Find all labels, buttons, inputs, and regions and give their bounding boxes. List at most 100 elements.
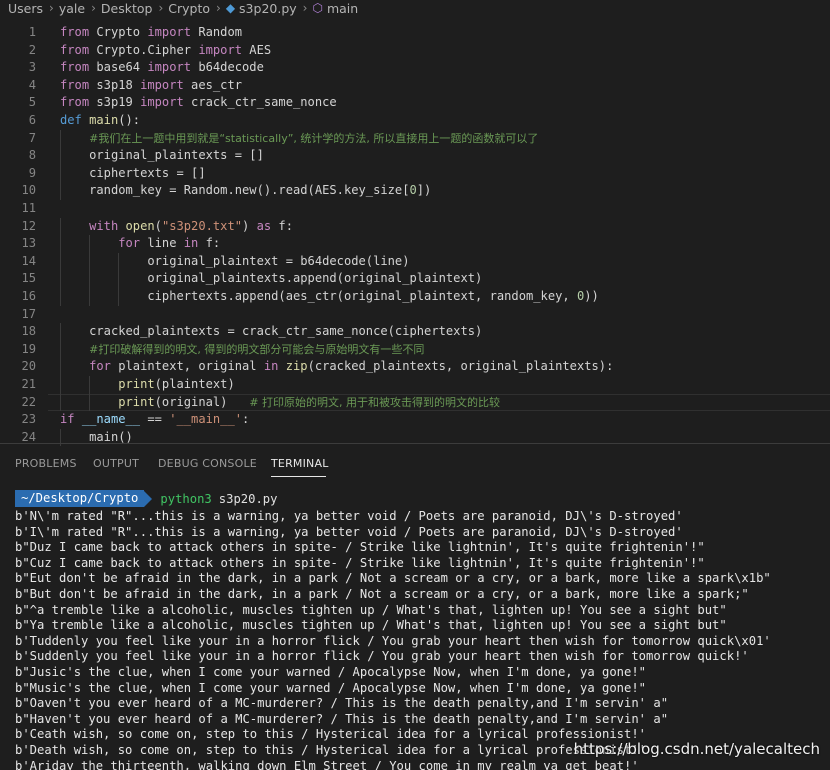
terminal-output-line: b"Haven't you ever heard of a MC-murdere… — [15, 711, 669, 726]
code-line[interactable]: 2 from Crypto.Cipher import AES — [0, 42, 830, 60]
tab-problems[interactable]: PROBLEMS — [15, 457, 77, 470]
code-text: original_plaintexts = [] — [60, 148, 264, 163]
code-text: original_plaintexts.append(original_plai… — [60, 271, 483, 286]
code-text: from base64 import b64decode — [60, 60, 264, 75]
code-line[interactable]: 6 def main(): — [0, 112, 830, 130]
breadcrumb: Users › yale › Desktop › Crypto › ◆ s3p2… — [0, 0, 830, 16]
code-line[interactable]: 5 from s3p19 import crack_ctr_same_nonce — [0, 94, 830, 112]
breadcrumb-item-crypto[interactable]: Crypto — [168, 1, 210, 16]
code-line[interactable]: 11 — [0, 200, 830, 218]
prompt-command: python3 — [160, 491, 212, 506]
code-text: if __name__ == '__main__': — [60, 412, 250, 427]
terminal-output-line: b"But don't be afraid in the dark, in a … — [15, 587, 749, 601]
prompt-arrow-icon — [144, 490, 153, 507]
terminal-output-line: b'N\'m rated "R"...this is a warning, ya… — [15, 509, 683, 523]
breadcrumb-item-desktop[interactable]: Desktop — [101, 1, 153, 16]
tab-debug-console[interactable]: DEBUG CONSOLE — [158, 457, 257, 470]
line-number: 21 — [21, 377, 36, 391]
terminal-output-line: b'Suddenly you feel like your in a horro… — [15, 649, 749, 664]
line-number: 10 — [21, 183, 36, 198]
breadcrumb-item-file[interactable]: s3p20.py — [239, 1, 297, 16]
code-text: for line in f: — [118, 236, 221, 251]
terminal-output-line: b'Ceath wish, so come on, step to this /… — [15, 727, 647, 742]
terminal-output-line: b"Jusic's the clue, when I come your war… — [15, 665, 647, 679]
terminal-prompt: ~/Desktop/Crypto python3 s3p20.py — [15, 490, 277, 507]
line-number: 8 — [28, 148, 36, 163]
code-line[interactable]: 17 — [0, 306, 830, 324]
code-line[interactable]: 1 from Crypto import Random — [0, 24, 830, 42]
code-text: print(original) # 打印原始的明文, 用于和被攻击得到的明文的比… — [118, 394, 501, 409]
line-number: 12 — [21, 218, 36, 233]
code-line[interactable]: 4 from s3p18 import aes_ctr — [0, 77, 830, 95]
line-number: 3 — [28, 60, 36, 75]
terminal-output-line: b"Music's the clue, when I come your war… — [15, 680, 647, 695]
panel-tab-bar: PROBLEMS OUTPUT DEBUG CONSOLE TERMINAL — [0, 452, 830, 478]
line-number: 20 — [21, 359, 36, 374]
terminal-output-line: b'Tuddenly you feel like your in a horro… — [15, 633, 771, 648]
terminal-output-line: b'I\'m rated "R"...this is a warning, ya… — [15, 524, 683, 539]
code-line[interactable]: 7 #我们在上一题中用到就是“statistically”, 统计学的方法, 所… — [0, 129, 830, 148]
chevron-right-icon: › — [158, 1, 164, 15]
terminal-panel[interactable]: ~/Desktop/Crypto python3 s3p20.py b'N\'m… — [0, 490, 830, 770]
line-number: 16 — [21, 289, 36, 303]
code-line[interactable]: 13 for line in f: — [0, 235, 830, 253]
tab-output[interactable]: OUTPUT — [93, 457, 139, 470]
code-text: from Crypto import Random — [60, 25, 243, 39]
line-number: 13 — [21, 236, 36, 251]
code-editor[interactable]: 1 from Crypto import Random 2 from Crypto.C… — [0, 16, 830, 447]
code-text: original_plaintext = b64decode(line) — [60, 253, 410, 268]
line-number: 19 — [21, 341, 36, 356]
line-number: 2 — [28, 42, 36, 57]
code-text: for plaintext, original in zip(cracked_p… — [89, 359, 614, 374]
code-line[interactable]: 19 #打印破解得到的明文, 得到的明文部分可能会与原始明文有一些不同 — [0, 340, 830, 359]
breadcrumb-item-symbol[interactable]: main — [327, 1, 358, 16]
watermark: https://blog.csdn.net/yalecaltech — [573, 740, 820, 758]
python-file-icon: ◆ — [225, 1, 236, 15]
terminal-output-line: b'Death wish, so come on, step to this /… — [15, 743, 647, 757]
breadcrumb-item-yale[interactable]: yale — [59, 1, 85, 16]
code-text: ciphertexts.append(aes_ctr(original_plai… — [60, 289, 599, 303]
chevron-right-icon: › — [49, 1, 54, 15]
prompt-cwd: ~/Desktop/Crypto — [15, 490, 145, 507]
code-line[interactable]: 16 ciphertexts.append(aes_ctr(original_p… — [0, 288, 830, 306]
terminal-output-line: b'Ariday the thirteenth, walking down El… — [15, 758, 639, 770]
line-number: 9 — [28, 165, 36, 180]
line-number: 6 — [28, 113, 36, 127]
code-text: def main(): — [60, 113, 141, 127]
code-line[interactable]: 18 cracked_plaintexts = crack_ctr_same_n… — [0, 323, 830, 341]
code-text: cracked_plaintexts = crack_ctr_same_nonc… — [60, 324, 483, 339]
code-line[interactable]: 8 original_plaintexts = [] — [0, 147, 830, 165]
code-line[interactable]: 10 random_key = Random.new().read(AES.ke… — [0, 182, 830, 200]
code-text: from s3p18 import aes_ctr — [60, 77, 243, 92]
code-line[interactable]: 9 ciphertexts = [] — [0, 164, 830, 183]
active-tab-indicator — [271, 476, 326, 477]
code-line[interactable]: 23 if __name__ == '__main__': — [0, 411, 830, 429]
terminal-output-line: b"^a tremble like a alcoholic, muscles t… — [15, 602, 727, 617]
code-line[interactable]: 15 original_plaintexts.append(original_p… — [0, 270, 830, 288]
code-line[interactable]: 14 original_plaintext = b64decode(line) — [0, 252, 830, 271]
line-number: 14 — [21, 253, 36, 268]
code-line[interactable]: 3 from base64 import b64decode — [0, 59, 830, 77]
line-number: 4 — [28, 77, 36, 92]
tab-terminal[interactable]: TERMINAL — [271, 457, 329, 470]
line-number: 11 — [21, 201, 36, 215]
chevron-right-icon: › — [216, 1, 221, 15]
line-number: 7 — [28, 130, 36, 145]
code-text: print(plaintext) — [118, 377, 235, 391]
terminal-output-line: b"Duz I came back to attack others in sp… — [15, 540, 705, 555]
code-line[interactable]: 22 print(original) # 打印原始的明文, 用于和被攻击得到的明… — [0, 393, 830, 412]
line-number: 17 — [21, 306, 36, 321]
line-number: 22 — [21, 394, 36, 409]
code-text: with open("s3p20.txt") as f: — [89, 218, 293, 233]
chevron-right-icon: › — [302, 1, 308, 15]
line-number: 15 — [21, 271, 36, 286]
panel-divider — [0, 443, 830, 444]
code-text: ciphertexts = [] — [60, 165, 206, 180]
code-line[interactable]: 12 with open("s3p20.txt") as f: — [0, 217, 830, 236]
chevron-right-icon: › — [91, 1, 96, 15]
code-text: #打印破解得到的明文, 得到的明文部分可能会与原始明文有一些不同 — [89, 342, 425, 356]
code-line[interactable]: 20 for plaintext, original in zip(cracke… — [0, 358, 830, 376]
breadcrumb-item-users[interactable]: Users — [0, 1, 43, 16]
code-line[interactable]: 21 print(plaintext) — [0, 376, 830, 394]
line-number: 5 — [28, 95, 36, 110]
